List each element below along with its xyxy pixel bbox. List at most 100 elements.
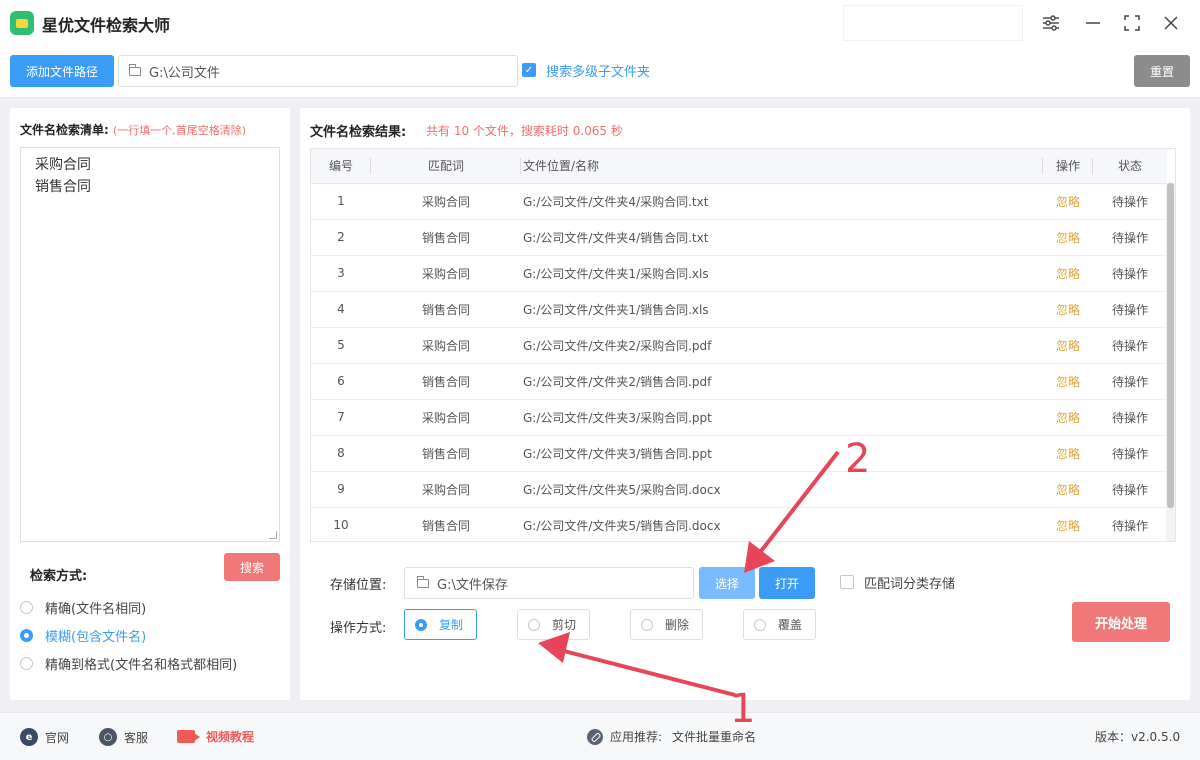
- table-row[interactable]: 3 采购合同 G:/公司文件/文件夹1/采购合同.xls 忽略 待操作: [311, 255, 1167, 292]
- table-row[interactable]: 9 采购合同 G:/公司文件/文件夹5/采购合同.docx 忽略 待操作: [311, 471, 1167, 508]
- folder-icon: [129, 63, 141, 76]
- storage-path-value: G:\文件保存: [437, 577, 508, 593]
- col-header-no[interactable]: 编号: [311, 149, 371, 184]
- cell-op[interactable]: 忽略: [1043, 291, 1093, 328]
- table-header-row: 编号 匹配词 文件位置/名称 操作 状态: [311, 149, 1167, 184]
- cell-op[interactable]: 忽略: [1043, 507, 1093, 541]
- table-row[interactable]: 4 销售合同 G:/公司文件/文件夹1/销售合同.xls 忽略 待操作: [311, 291, 1167, 328]
- col-header-op[interactable]: 操作: [1043, 149, 1093, 184]
- cell-status: 待操作: [1093, 507, 1167, 541]
- radio-icon[interactable]: [20, 629, 33, 642]
- cell-path: G:/公司文件/文件夹3/销售合同.ppt: [521, 435, 1043, 472]
- resize-grip-icon[interactable]: [269, 531, 277, 539]
- radio-icon[interactable]: [754, 618, 766, 631]
- choose-folder-button[interactable]: 选择: [699, 567, 755, 599]
- radio-icon[interactable]: [20, 601, 33, 614]
- cell-op[interactable]: 忽略: [1043, 327, 1093, 364]
- search-button[interactable]: 搜索: [224, 553, 280, 581]
- video-camera-icon: [177, 730, 200, 743]
- start-process-button[interactable]: 开始处理: [1072, 602, 1170, 642]
- cell-word: 销售合同: [371, 219, 521, 256]
- table-row[interactable]: 10 销售合同 G:/公司文件/文件夹5/销售合同.docx 忽略 待操作: [311, 507, 1167, 541]
- operation-option[interactable]: 删除: [630, 609, 703, 640]
- cell-op[interactable]: 忽略: [1043, 255, 1093, 292]
- col-header-word[interactable]: 匹配词: [371, 149, 521, 184]
- website-label: 官网: [45, 730, 70, 745]
- cell-path: G:/公司文件/文件夹1/销售合同.xls: [521, 291, 1043, 328]
- search-name-line: 采购合同: [35, 157, 91, 173]
- cell-word: 采购合同: [371, 399, 521, 436]
- cell-op[interactable]: 忽略: [1043, 363, 1093, 400]
- add-path-button[interactable]: 添加文件路径: [10, 55, 114, 87]
- cell-op[interactable]: 忽略: [1043, 183, 1093, 220]
- cell-status: 待操作: [1093, 183, 1167, 220]
- table-row[interactable]: 6 销售合同 G:/公司文件/文件夹2/销售合同.pdf 忽略 待操作: [311, 363, 1167, 400]
- video-tutorial-link[interactable]: 视频教程: [177, 728, 254, 745]
- cell-op[interactable]: 忽略: [1043, 471, 1093, 508]
- operation-option[interactable]: 剪切: [517, 609, 590, 640]
- col-header-status[interactable]: 状态: [1093, 149, 1167, 184]
- settings-sliders-icon[interactable]: [1040, 12, 1062, 34]
- website-link[interactable]: e 官网: [20, 728, 69, 746]
- cell-status: 待操作: [1093, 363, 1167, 400]
- search-list-hint: (一行填一个,首尾空格清除): [113, 124, 247, 137]
- cell-path: G:/公司文件/文件夹2/采购合同.pdf: [521, 327, 1043, 364]
- cell-no: 4: [311, 291, 371, 328]
- search-mode-option[interactable]: 精确到格式(文件名和格式都相同): [20, 654, 237, 673]
- results-summary: 共有 10 个文件，搜索耗时 0.065 秒: [426, 124, 623, 138]
- results-title: 文件名检索结果:: [310, 125, 407, 140]
- cell-path: G:/公司文件/文件夹2/销售合同.pdf: [521, 363, 1043, 400]
- col-header-path[interactable]: 文件位置/名称: [521, 149, 1043, 184]
- cell-word: 采购合同: [371, 183, 521, 220]
- minimize-icon[interactable]: [1082, 12, 1104, 34]
- cell-op[interactable]: 忽略: [1043, 435, 1093, 472]
- cell-op[interactable]: 忽略: [1043, 399, 1093, 436]
- classify-checkbox[interactable]: [840, 575, 854, 589]
- radio-icon[interactable]: [641, 618, 653, 631]
- table-row[interactable]: 5 采购合同 G:/公司文件/文件夹2/采购合同.pdf 忽略 待操作: [311, 327, 1167, 364]
- radio-icon[interactable]: [528, 618, 540, 631]
- classify-label[interactable]: 匹配词分类存储: [864, 573, 955, 592]
- operation-option-label: 覆盖: [778, 618, 803, 632]
- subfolder-checkbox[interactable]: ✓: [522, 63, 536, 77]
- cell-op[interactable]: 忽略: [1043, 219, 1093, 256]
- cell-no: 1: [311, 183, 371, 220]
- radio-icon[interactable]: [415, 618, 427, 631]
- operation-option[interactable]: 复制: [404, 609, 477, 640]
- radio-icon[interactable]: [20, 657, 33, 670]
- operation-option-label: 删除: [665, 618, 690, 632]
- title-bar: 星优文件检索大师: [0, 0, 1200, 46]
- search-mode-option[interactable]: 模糊(包含文件名): [20, 626, 146, 645]
- table-row[interactable]: 7 采购合同 G:/公司文件/文件夹3/采购合同.ppt 忽略 待操作: [311, 399, 1167, 436]
- search-mode-option[interactable]: 精确(文件名相同): [20, 598, 146, 617]
- storage-path-input[interactable]: G:\文件保存: [404, 567, 694, 599]
- table-scrollbar-thumb[interactable]: [1167, 183, 1174, 508]
- path-input[interactable]: G:\公司文件: [118, 55, 518, 87]
- customer-service-link[interactable]: ○ 客服: [99, 728, 148, 746]
- link-icon: [587, 728, 603, 745]
- results-panel: 文件名检索结果: 共有 10 个文件，搜索耗时 0.065 秒 编号 匹配词 文…: [300, 108, 1190, 700]
- table-row[interactable]: 2 销售合同 G:/公司文件/文件夹4/销售合同.txt 忽略 待操作: [311, 219, 1167, 256]
- table-row[interactable]: 8 销售合同 G:/公司文件/文件夹3/销售合同.ppt 忽略 待操作: [311, 435, 1167, 472]
- ie-browser-icon: e: [20, 728, 38, 746]
- cell-no: 9: [311, 471, 371, 508]
- cell-word: 采购合同: [371, 255, 521, 292]
- names-textarea[interactable]: 采购合同 销售合同: [20, 147, 280, 542]
- operation-option-label: 剪切: [552, 618, 577, 632]
- operation-option[interactable]: 覆盖: [743, 609, 816, 640]
- cell-word: 采购合同: [371, 471, 521, 508]
- results-table: 编号 匹配词 文件位置/名称 操作 状态 1 采购合同 G:/公司文件/文件夹4/采…: [310, 148, 1176, 542]
- close-icon[interactable]: [1160, 12, 1182, 34]
- cell-word: 销售合同: [371, 363, 521, 400]
- check-icon: ✓: [524, 64, 534, 76]
- subfolder-label[interactable]: 搜索多级子文件夹: [546, 61, 650, 80]
- table-row[interactable]: 1 采购合同 G:/公司文件/文件夹4/采购合同.txt 忽略 待操作: [311, 183, 1167, 220]
- open-folder-button[interactable]: 打开: [759, 567, 815, 599]
- search-mode-label-text: 模糊(包含文件名): [45, 630, 147, 645]
- cell-status: 待操作: [1093, 327, 1167, 364]
- cell-word: 采购合同: [371, 327, 521, 364]
- app-title: 星优文件检索大师: [42, 16, 171, 35]
- table-scrollbar[interactable]: [1166, 183, 1175, 541]
- maximize-icon[interactable]: [1121, 12, 1143, 34]
- reset-button[interactable]: 重置: [1134, 55, 1190, 87]
